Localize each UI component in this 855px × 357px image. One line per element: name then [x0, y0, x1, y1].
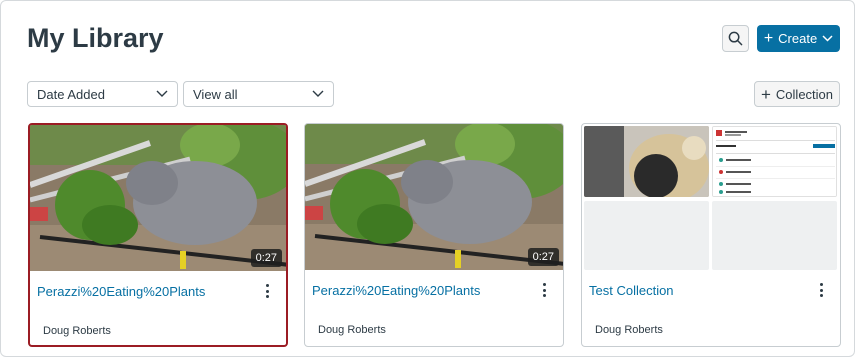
- create-button-label: Create: [778, 31, 818, 46]
- more-vertical-icon: [265, 284, 269, 287]
- video-duration: 0:27: [250, 249, 282, 267]
- page-title: My Library: [27, 23, 164, 53]
- media-author: Doug Roberts: [43, 325, 111, 337]
- chevron-down-icon: [822, 35, 833, 42]
- view-filter-select[interactable]: View all: [183, 81, 334, 107]
- sort-select-value: Date Added: [37, 86, 105, 102]
- chevron-down-icon: [156, 90, 168, 97]
- create-button[interactable]: + Create: [757, 25, 840, 52]
- plus-icon: +: [760, 84, 771, 104]
- plus-icon: +: [763, 29, 774, 47]
- media-title-link[interactable]: Perazzi%20Eating%20Plants: [37, 284, 205, 299]
- collection-thumb-2: [712, 126, 837, 197]
- media-title-link[interactable]: Perazzi%20Eating%20Plants: [312, 283, 480, 298]
- media-card[interactable]: 0:27 Perazzi%20Eating%20Plants Doug Robe…: [304, 123, 564, 347]
- collection-author: Doug Roberts: [595, 324, 663, 336]
- chevron-down-icon: [312, 90, 324, 97]
- collection-title-link[interactable]: Test Collection: [589, 283, 674, 298]
- search-icon: [728, 31, 743, 46]
- collection-thumb-empty: [584, 201, 709, 270]
- media-card[interactable]: 0:27 Perazzi%20Eating%20Plants Doug Robe…: [28, 123, 288, 347]
- more-options-button[interactable]: [262, 281, 272, 301]
- more-options-button[interactable]: [816, 280, 826, 300]
- add-collection-button[interactable]: + Collection: [754, 81, 840, 107]
- more-options-button[interactable]: [539, 280, 549, 300]
- library-panel: My Library + Create Date Added View all …: [0, 0, 855, 357]
- media-author: Doug Roberts: [318, 324, 386, 336]
- video-thumbnail[interactable]: 0:27: [30, 125, 286, 271]
- add-collection-label: Collection: [775, 86, 834, 102]
- collection-card[interactable]: Test Collection Doug Roberts: [581, 123, 841, 347]
- collection-thumb-empty: [712, 201, 837, 270]
- video-duration: 0:27: [527, 248, 559, 266]
- video-thumbnail[interactable]: 0:27: [305, 124, 563, 270]
- sort-select[interactable]: Date Added: [27, 81, 178, 107]
- view-filter-value: View all: [193, 86, 238, 102]
- collection-thumb-1: [584, 126, 709, 197]
- more-vertical-icon: [542, 283, 546, 286]
- search-button[interactable]: [722, 25, 749, 52]
- collection-thumbnail-grid[interactable]: [582, 124, 840, 270]
- more-vertical-icon: [819, 283, 823, 286]
